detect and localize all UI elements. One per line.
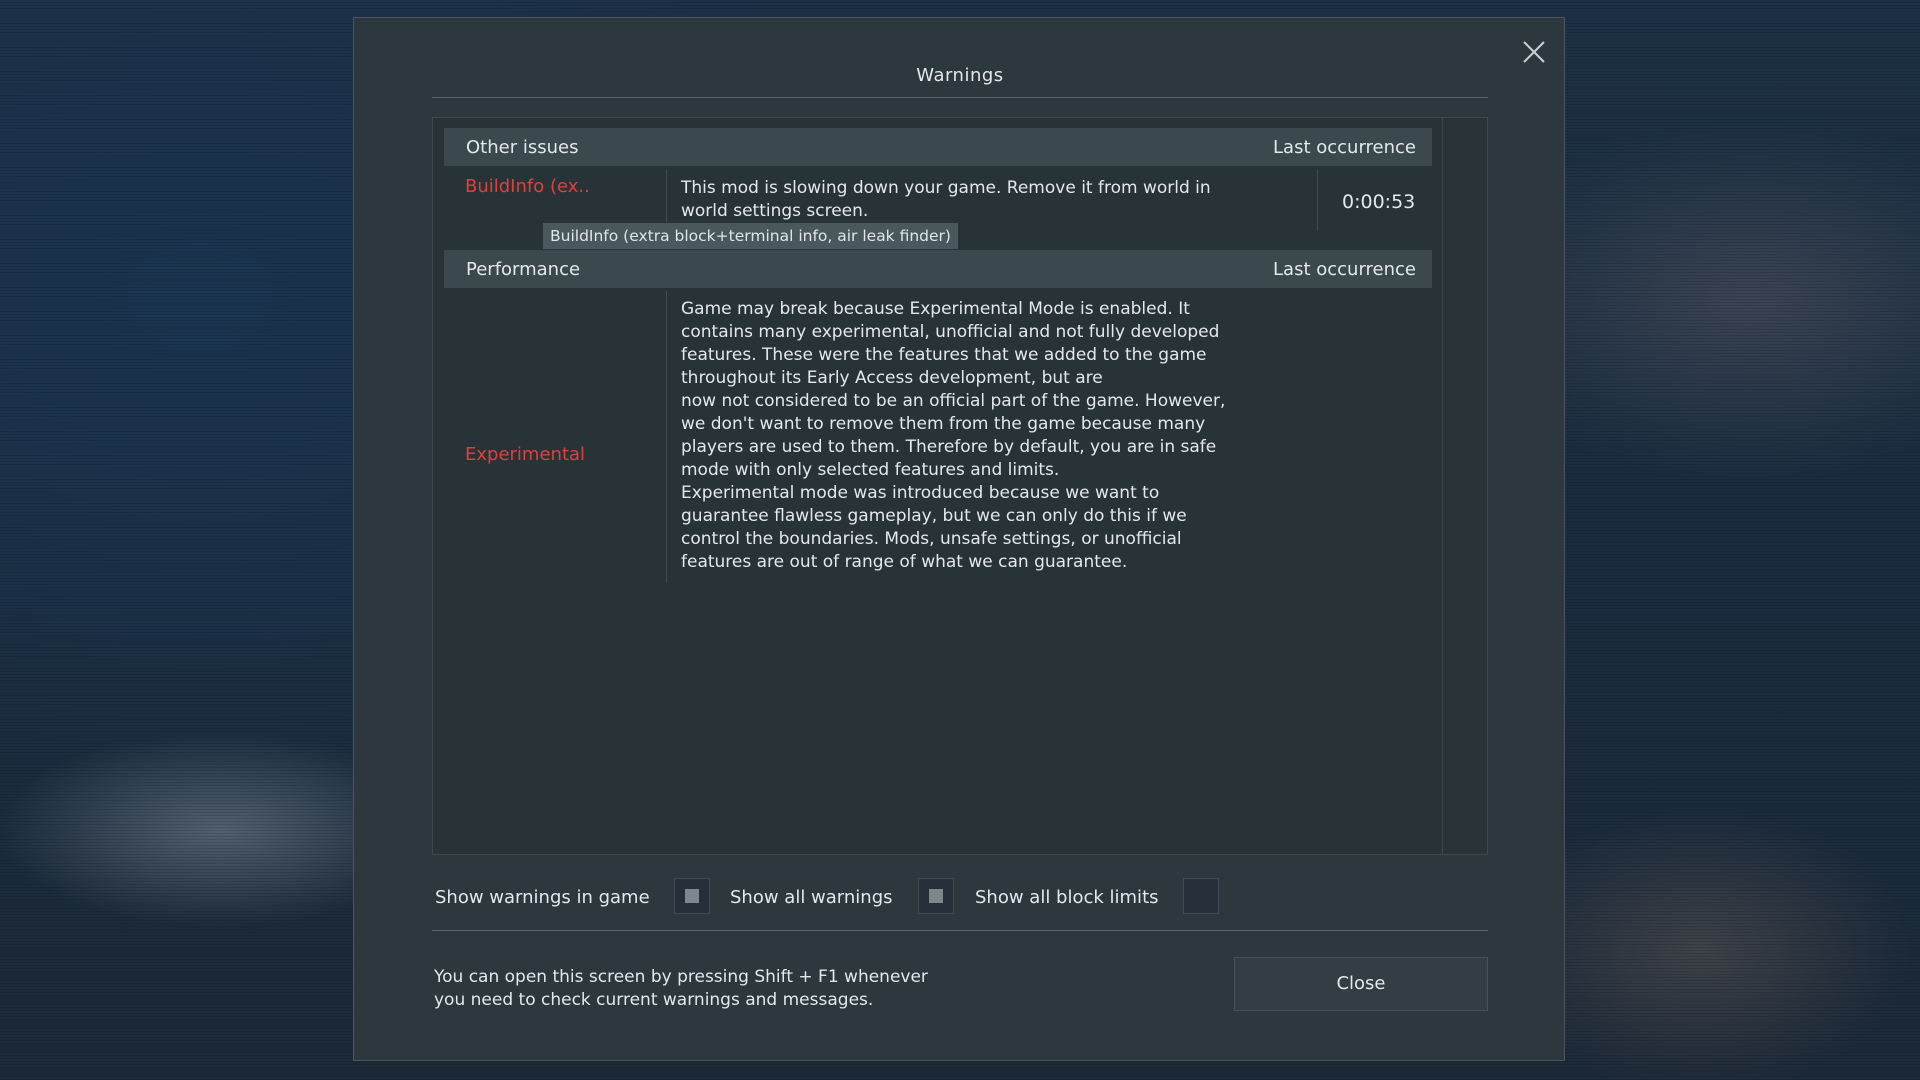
show-all-warnings-label: Show all warnings — [730, 887, 893, 908]
last-occurrence-header: Last occurrence — [1273, 259, 1416, 280]
warning-description: Game may break because Experimental Mode… — [681, 299, 1226, 572]
section-header-other-issues: Other issues Last occurrence — [444, 128, 1432, 166]
dialog-title: Warnings — [916, 65, 1004, 86]
scrollbar-track[interactable] — [1442, 118, 1487, 854]
checkbox-check — [685, 889, 699, 903]
close-icon-glyph — [1523, 41, 1545, 63]
close-button[interactable]: Close — [1234, 957, 1488, 1011]
section-label: Performance — [466, 259, 581, 280]
column-divider — [1317, 169, 1318, 231]
show-warnings-in-game-label: Show warnings in game — [435, 887, 650, 908]
warning-name-buildinfo[interactable]: BuildInfo (ex.. — [465, 176, 590, 197]
show-all-block-limits-checkbox[interactable] — [1183, 878, 1219, 914]
section-label: Other issues — [466, 137, 579, 158]
checkbox-check — [929, 889, 943, 903]
title-divider — [432, 97, 1488, 98]
show-all-block-limits-label: Show all block limits — [975, 887, 1159, 908]
warning-name-experimental[interactable]: Experimental — [465, 444, 585, 465]
column-divider — [666, 291, 667, 583]
shortcut-hint: You can open this screen by pressing Shi… — [434, 967, 928, 1010]
mod-name-tooltip: BuildInfo (extra block+terminal info, ai… — [543, 223, 958, 249]
footer-divider — [432, 930, 1488, 931]
last-occurrence-time: 0:00:53 — [1342, 191, 1416, 213]
last-occurrence-header: Last occurrence — [1273, 137, 1416, 158]
show-warnings-in-game-checkbox[interactable] — [674, 878, 710, 914]
warnings-dialog: Warnings Other issues Last occurrence Bu… — [353, 17, 1565, 1061]
show-all-warnings-checkbox[interactable] — [918, 878, 954, 914]
close-icon[interactable] — [1514, 32, 1554, 72]
warning-description: This mod is slowing down your game. Remo… — [681, 178, 1211, 221]
warnings-list-panel: Other issues Last occurrence BuildInfo (… — [432, 117, 1488, 855]
column-divider — [666, 169, 667, 231]
section-header-performance: Performance Last occurrence — [444, 250, 1432, 288]
